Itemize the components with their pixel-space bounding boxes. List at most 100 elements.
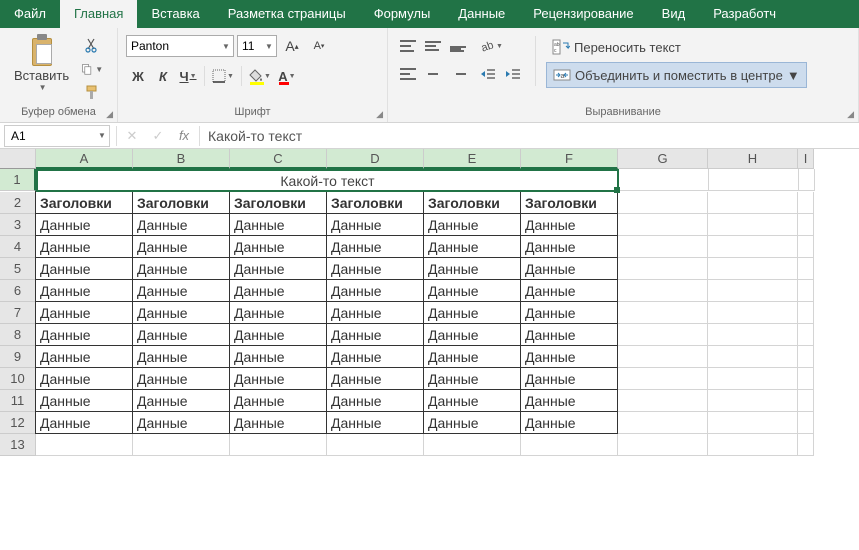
cell[interactable]: Данные [520,213,618,236]
cell[interactable] [798,324,814,346]
cell[interactable]: Данные [229,411,327,434]
cell[interactable]: Данные [35,389,133,412]
cell[interactable]: Заголовки [423,191,521,214]
align-top-button[interactable] [396,34,420,58]
cell[interactable]: Данные [229,235,327,258]
column-header[interactable]: H [708,149,798,169]
row-header[interactable]: 13 [0,434,36,456]
cell[interactable]: Данные [132,411,230,434]
row-header[interactable]: 5 [0,258,36,280]
cell[interactable]: Данные [132,367,230,390]
cell[interactable]: Данные [35,323,133,346]
cell[interactable] [618,214,708,236]
cell[interactable] [618,236,708,258]
copy-button[interactable]: ▼ [81,58,103,80]
cell[interactable]: Данные [423,279,521,302]
cell[interactable]: Данные [423,213,521,236]
cell[interactable] [708,346,798,368]
increase-indent-button[interactable] [501,62,525,86]
align-middle-button[interactable] [421,34,445,58]
cell[interactable]: Заголовки [520,191,618,214]
cell[interactable]: Данные [423,257,521,280]
cell[interactable]: Данные [132,279,230,302]
cell[interactable] [230,434,327,456]
cell[interactable]: Заголовки [35,191,133,214]
cell[interactable] [708,434,798,456]
column-header[interactable]: C [230,149,327,169]
cell[interactable] [798,192,814,214]
cell[interactable]: Данные [132,389,230,412]
cell[interactable]: Данные [326,345,424,368]
cell[interactable] [708,236,798,258]
dialog-launcher-icon[interactable]: ◢ [106,109,113,120]
column-header[interactable]: F [521,149,618,169]
chevron-down-icon[interactable]: ▼ [262,42,276,51]
font-name-input[interactable] [127,39,219,53]
cell[interactable]: Данные [520,411,618,434]
cell[interactable] [798,434,814,456]
cell[interactable] [618,346,708,368]
cell[interactable] [618,324,708,346]
merge-center-button[interactable]: a Объединить и поместить в центре ▼ [546,62,807,88]
dialog-launcher-icon[interactable]: ◢ [847,109,854,120]
cell[interactable]: Данные [229,257,327,280]
cell[interactable] [618,302,708,324]
cell[interactable]: Данные [229,279,327,302]
cell[interactable]: Данные [35,279,133,302]
cell[interactable] [424,434,521,456]
column-header[interactable]: I [798,149,814,169]
cell[interactable]: Данные [229,323,327,346]
cell[interactable] [799,169,815,191]
underline-button[interactable]: Ч▼ [176,64,200,88]
decrease-indent-button[interactable] [476,62,500,86]
column-header[interactable]: B [133,149,230,169]
cell[interactable]: Данные [132,345,230,368]
row-header[interactable]: 1 [0,169,36,191]
menu-tab-7[interactable]: Вид [648,0,700,28]
row-header[interactable]: 8 [0,324,36,346]
cell[interactable]: Данные [520,279,618,302]
row-header[interactable]: 4 [0,236,36,258]
cell[interactable] [618,434,708,456]
row-header[interactable]: 10 [0,368,36,390]
cell[interactable] [798,236,814,258]
chevron-down-icon[interactable]: ▼ [95,131,109,140]
merged-title-cell[interactable]: Какой-то текст [36,169,619,192]
cell[interactable] [708,390,798,412]
enter-formula-button[interactable]: ✓ [145,128,171,144]
menu-tab-6[interactable]: Рецензирование [519,0,647,28]
wrap-text-button[interactable]: abc Переносить текст [546,34,807,60]
font-size-input[interactable] [238,39,262,53]
cell[interactable]: Данные [132,235,230,258]
cell[interactable] [798,214,814,236]
cell[interactable]: Данные [326,213,424,236]
cell[interactable]: Данные [423,389,521,412]
cell[interactable]: Данные [326,389,424,412]
cell[interactable]: Данные [326,257,424,280]
cell[interactable]: Данные [326,411,424,434]
cell[interactable]: Данные [229,367,327,390]
cell[interactable]: Данные [423,323,521,346]
orientation-button[interactable]: ab▼ [476,34,506,58]
increase-font-button[interactable]: A▴ [280,34,304,58]
cell[interactable] [798,390,814,412]
italic-button[interactable]: К [151,64,175,88]
cell[interactable]: Данные [229,389,327,412]
menu-tab-2[interactable]: Вставка [137,0,213,28]
cell[interactable] [798,258,814,280]
cell[interactable] [708,368,798,390]
menu-tab-8[interactable]: Разработч [699,0,790,28]
menu-tab-0[interactable]: Файл [0,0,60,28]
row-header[interactable]: 9 [0,346,36,368]
cell[interactable]: Данные [132,213,230,236]
cell[interactable] [708,302,798,324]
name-box[interactable]: ▼ [4,125,110,147]
chevron-down-icon[interactable]: ▼ [219,42,233,51]
cell[interactable]: Заголовки [132,191,230,214]
cell[interactable] [708,258,798,280]
cell[interactable]: Данные [520,389,618,412]
cell-reference-input[interactable] [5,129,95,143]
font-color-button[interactable]: А ▼ [275,64,299,88]
align-bottom-button[interactable] [446,34,470,58]
menu-tab-3[interactable]: Разметка страницы [214,0,360,28]
